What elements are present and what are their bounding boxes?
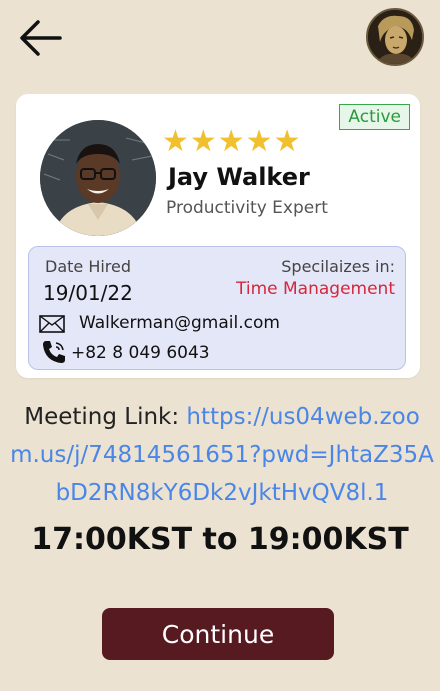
profile-photo [40, 120, 156, 236]
user-avatar[interactable] [366, 8, 424, 66]
mail-icon [39, 315, 65, 333]
specializes-label: Specilaizes in: [281, 257, 395, 276]
meeting-link-label: Meeting Link: [24, 404, 187, 430]
phone-icon [43, 341, 65, 363]
specialization-value: Time Management [236, 279, 395, 299]
arrow-left-icon [20, 20, 62, 56]
details-box: Date Hired 19/01/22 Specilaizes in: Time… [28, 246, 406, 370]
profile-title: Productivity Expert [166, 198, 328, 218]
continue-button[interactable]: Continue [102, 608, 334, 660]
email-text: Walkerman@gmail.com [79, 313, 280, 333]
phone-text: +82 8 049 6043 [71, 343, 210, 363]
date-hired-value: 19/01/22 [43, 281, 133, 305]
back-button[interactable] [16, 16, 64, 60]
profile-name: Jay Walker [168, 163, 310, 191]
date-hired-label: Date Hired [45, 257, 132, 276]
profile-card: Active ★★★★★ Jay Walker Productivity Exp… [16, 94, 420, 378]
avatar-image [368, 10, 422, 64]
meeting-time: 17:00KST to 19:00KST [31, 522, 409, 557]
meeting-link-block: Meeting Link: https://us04web.zoom.us/j/… [10, 398, 434, 512]
status-badge: Active [339, 104, 410, 130]
rating-stars: ★★★★★ [162, 124, 302, 159]
